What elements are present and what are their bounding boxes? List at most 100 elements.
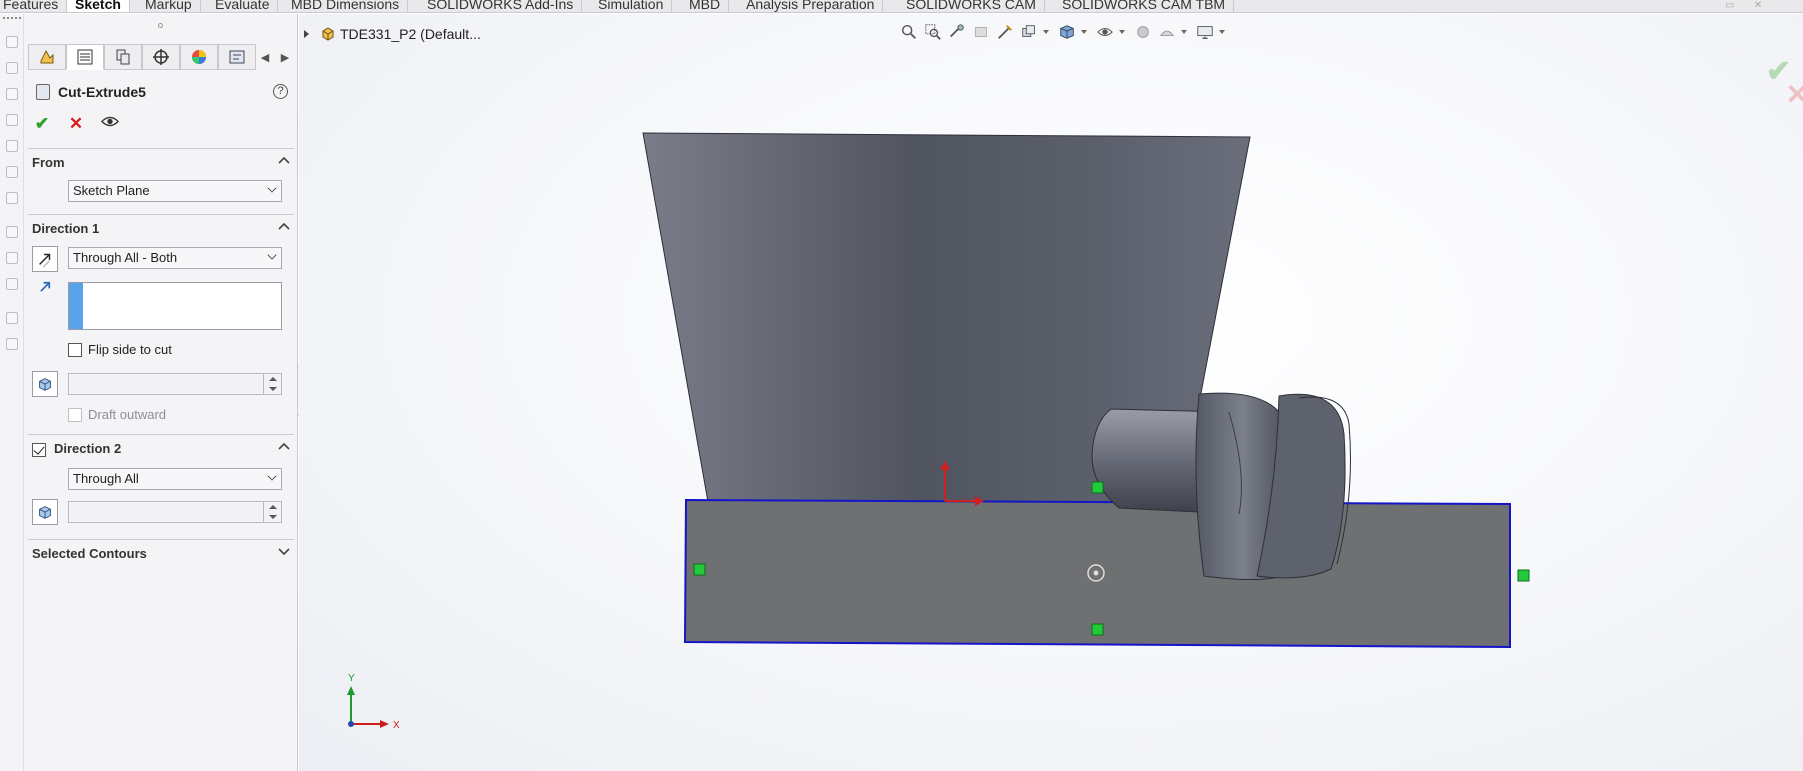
chevron-up-icon[interactable] <box>276 153 292 167</box>
horizontal-relation-handle[interactable] <box>1091 481 1104 494</box>
direction1-end-condition-select[interactable]: Through All - Both <box>68 247 282 269</box>
cam-feature-tree-tab[interactable] <box>218 44 256 70</box>
direction1-title[interactable]: Direction 1 <box>32 221 99 236</box>
tab-evaluate[interactable]: Evaluate <box>207 0 279 12</box>
sketch-tool-icon[interactable] <box>6 338 18 350</box>
sketch-tool-icon[interactable] <box>6 62 18 74</box>
restore-icon[interactable]: ▭ <box>1724 1 1736 11</box>
direction-vector-icon <box>38 279 53 298</box>
sketch-tool-icon[interactable] <box>6 278 18 290</box>
property-manager: ◀ ▶ Cut-Extrude5 ? ✔ ✕ From Sketch Plane… <box>24 14 298 771</box>
selected-contours-section: Selected Contours <box>28 539 294 579</box>
action-buttons: ✔ ✕ <box>32 113 120 135</box>
tab-simulation[interactable]: Simulation <box>590 0 673 12</box>
feature-header: Cut-Extrude5 ? <box>36 82 296 102</box>
preview-eye-icon[interactable] <box>100 114 120 134</box>
draft-icon <box>39 506 51 519</box>
triad-x-label: X <box>393 720 400 731</box>
draft-outward-label: Draft outward <box>88 407 167 422</box>
spin-arrows[interactable] <box>263 502 281 522</box>
reference-triad: Y X <box>347 673 400 731</box>
vertical-relation-handle[interactable] <box>693 563 706 576</box>
triad-y-label: Y <box>348 673 355 684</box>
tab-solidworks-add-ins[interactable]: SOLIDWORKS Add-Ins <box>419 0 583 12</box>
reverse-direction-icon <box>39 253 51 268</box>
sketch-tool-icon[interactable] <box>6 140 18 152</box>
tab-sketch[interactable]: Sketch <box>67 0 130 12</box>
from-section: From Sketch Plane <box>28 148 294 206</box>
direction2-title[interactable]: Direction 2 <box>54 441 121 456</box>
direction-selection-box[interactable] <box>68 282 282 330</box>
sketch-tool-icon[interactable] <box>6 166 18 178</box>
scroll-left-icon[interactable]: ◀ <box>256 44 274 70</box>
property-list-icon <box>77 49 93 65</box>
reverse-direction-button[interactable] <box>32 246 58 272</box>
property-manager-tab[interactable] <box>66 44 104 70</box>
selected-contours-title[interactable]: Selected Contours <box>32 546 147 561</box>
feature-tree-icon <box>40 49 54 64</box>
direction1-end-condition-value: Through All - Both <box>73 250 178 265</box>
from-select[interactable]: Sketch Plane <box>68 180 282 202</box>
direction2-draft-input[interactable] <box>68 501 282 523</box>
chevron-up-icon[interactable] <box>276 439 292 453</box>
active-selection-marker <box>69 283 83 329</box>
flip-side-checkbox[interactable] <box>68 343 82 357</box>
tab-features[interactable]: Features <box>0 0 68 12</box>
sketch-tool-icon[interactable] <box>6 226 18 238</box>
direction1-section: Direction 1 Through All - Both Flip side… <box>28 214 294 434</box>
chevron-down-icon <box>267 250 277 260</box>
dimxpert-tab[interactable] <box>142 44 180 70</box>
cancel-button[interactable]: ✕ <box>66 114 86 134</box>
tab-analysis-preparation[interactable]: Analysis Preparation <box>738 0 884 12</box>
tab-mbd[interactable]: MBD <box>681 0 730 12</box>
panel-grip[interactable] <box>158 23 163 28</box>
feature-manager-tab[interactable] <box>28 44 66 70</box>
from-section-title[interactable]: From <box>32 155 65 170</box>
cut-extrude-icon <box>36 84 50 100</box>
chevron-down-icon[interactable] <box>276 544 292 558</box>
chevron-down-icon <box>267 471 277 481</box>
toolbar-grip[interactable] <box>3 17 21 19</box>
direction2-end-condition-value: Through All <box>73 471 139 486</box>
draft-outward-checkbox[interactable] <box>68 408 82 422</box>
horizontal-relation-handle[interactable] <box>1091 623 1104 636</box>
direction2-checkbox[interactable] <box>32 443 46 457</box>
tab-solidworks-cam[interactable]: SOLIDWORKS CAM <box>898 0 1045 12</box>
from-select-value: Sketch Plane <box>73 183 150 198</box>
ok-button[interactable]: ✔ <box>32 114 52 134</box>
appearance-sphere-icon <box>192 50 206 64</box>
help-icon[interactable]: ? <box>273 84 288 99</box>
draft-icon <box>39 378 51 391</box>
spin-arrows[interactable] <box>263 374 281 394</box>
manager-tabs: ◀ ▶ <box>28 44 298 70</box>
draft-angle-input[interactable] <box>68 373 282 395</box>
display-manager-tab[interactable] <box>180 44 218 70</box>
left-toolbar <box>0 14 24 771</box>
crosshair-icon <box>153 49 169 65</box>
tab-mbd-dimensions[interactable]: MBD Dimensions <box>283 0 409 12</box>
sketch-tool-icon[interactable] <box>6 312 18 324</box>
configuration-manager-tab[interactable] <box>104 44 142 70</box>
direction2-draft-button[interactable] <box>32 499 58 525</box>
draft-button[interactable] <box>32 371 58 397</box>
sketch-tool-icon[interactable] <box>6 114 18 126</box>
graphics-area[interactable]: TDE331_P2 (Default... ✔ ✕ Y X <box>299 14 1803 771</box>
close-window-icon[interactable]: ✕ <box>1752 1 1764 11</box>
feature-title: Cut-Extrude5 <box>58 84 146 100</box>
tab-markup[interactable]: Markup <box>137 0 201 12</box>
direction2-end-condition-select[interactable]: Through All <box>68 468 282 490</box>
scroll-right-icon[interactable]: ▶ <box>276 44 294 70</box>
tab-solidworks-cam-tbm[interactable]: SOLIDWORKS CAM TBM <box>1054 0 1235 12</box>
sketch-tool-icon[interactable] <box>6 88 18 100</box>
chevron-down-icon <box>267 183 277 193</box>
model-scene[interactable]: Y X <box>299 14 1803 771</box>
sketch-tool-icon[interactable] <box>6 36 18 48</box>
sketch-tool-icon[interactable] <box>6 192 18 204</box>
command-manager-tabs: Features Sketch Markup Evaluate MBD Dime… <box>0 0 1803 13</box>
vertical-relation-handle[interactable] <box>1517 569 1530 582</box>
chevron-up-icon[interactable] <box>276 219 292 233</box>
direction2-section: Direction 2 Through All <box>28 434 294 534</box>
sketch-tool-icon[interactable] <box>6 252 18 264</box>
cam-tree-icon <box>229 50 245 64</box>
flip-side-label: Flip side to cut <box>88 342 172 357</box>
